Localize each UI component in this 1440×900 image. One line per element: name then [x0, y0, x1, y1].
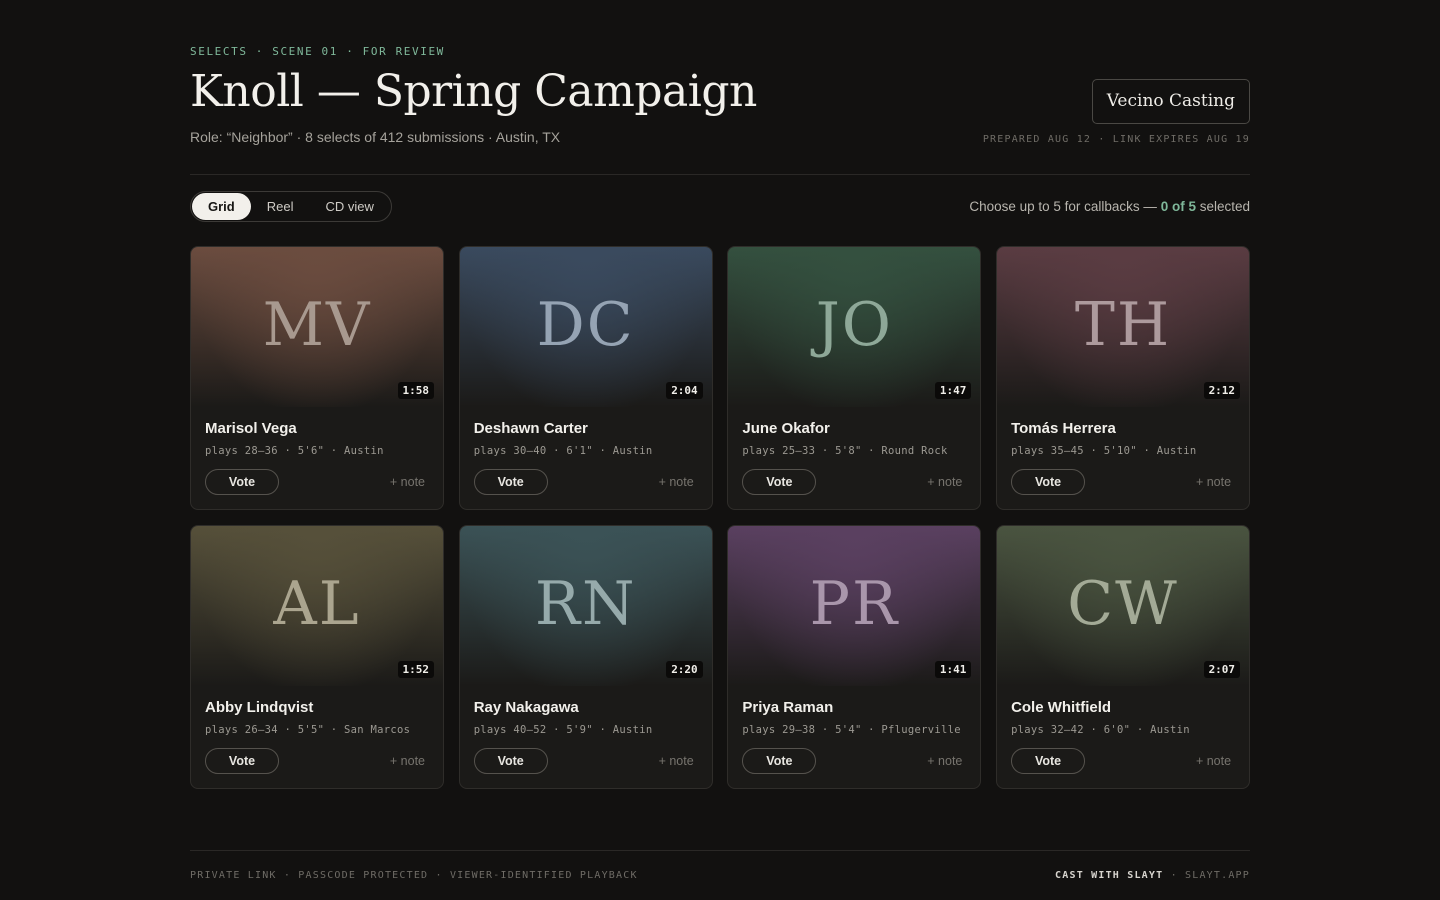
- callout-prefix: Choose up to 5 for callbacks —: [969, 199, 1161, 214]
- talent-meta: plays 28–36 · 5'6" · Austin: [205, 445, 384, 457]
- talent-card: RN 2:20 Ray Nakagawa plays 40–52 · 5'9" · A…: [458, 525, 713, 789]
- vote-button[interactable]: Vote: [1011, 748, 1086, 774]
- add-note-link[interactable]: + note: [1196, 475, 1231, 489]
- talent-initials: TH: [1074, 290, 1172, 360]
- talent-initials: CW: [1067, 569, 1179, 639]
- talent-initials: RN: [534, 569, 637, 639]
- page-title: Knoll — Spring Campaign: [190, 66, 757, 117]
- talent-card: AL 1:52 Abby Lindqvist plays 26–34 · 5'5" ·…: [190, 525, 444, 789]
- video-duration-badge: 1:58: [397, 382, 434, 399]
- talent-initials: DC: [536, 290, 635, 360]
- eyebrow-label: SELECTS · SCENE 01 · FOR REVIEW: [190, 45, 445, 58]
- footer-brand: CAST WITH SLAYT: [1055, 870, 1164, 881]
- talent-card: TH 2:12 Tomás Herrera plays 35–45 · 5'10" ·…: [996, 246, 1251, 510]
- talent-initials: AL: [273, 569, 361, 639]
- video-duration-badge: 2:07: [1203, 661, 1241, 678]
- header-divider: [190, 174, 1250, 175]
- vote-button[interactable]: Vote: [473, 748, 548, 774]
- talent-meta: plays 35–45 · 5'10" · Austin: [1011, 445, 1197, 457]
- vote-button[interactable]: Vote: [205, 469, 279, 495]
- talent-card: CW 2:07 Cole Whitfield plays 32–42 · 6'0" ·…: [996, 525, 1251, 789]
- audition-video-thumbnail[interactable]: TH 2:12: [997, 247, 1250, 407]
- vote-button[interactable]: Vote: [742, 748, 817, 774]
- add-note-link[interactable]: + note: [927, 754, 962, 768]
- talent-name: Cole Whitfield: [1011, 699, 1112, 716]
- talent-meta: plays 30–40 · 6'1" · Austin: [473, 445, 653, 457]
- audition-video-thumbnail[interactable]: RN 2:20: [459, 526, 712, 686]
- add-note-link[interactable]: + note: [659, 475, 694, 489]
- talent-name: Abby Lindqvist: [205, 699, 314, 716]
- audition-video-thumbnail[interactable]: PR 1:41: [728, 526, 981, 686]
- view-tab-grid[interactable]: Grid: [192, 193, 251, 220]
- talent-meta: plays 40–52 · 5'9" · Austin: [473, 724, 653, 736]
- audition-video-thumbnail[interactable]: MV 1:58: [191, 247, 443, 407]
- talent-name: Deshawn Carter: [473, 420, 588, 437]
- video-duration-badge: 2:04: [666, 382, 703, 399]
- callout-suffix: selected: [1195, 199, 1250, 214]
- talent-initials: MV: [262, 290, 372, 360]
- add-note-link[interactable]: + note: [390, 754, 425, 768]
- video-duration-badge: 1:41: [934, 661, 972, 678]
- talent-meta: plays 26–34 · 5'5" · San Marcos: [205, 724, 411, 736]
- add-note-link[interactable]: + note: [1196, 754, 1231, 768]
- talent-grid: MV 1:58 Marisol Vega plays 28–36 · 5'6" · A…: [190, 246, 1251, 789]
- video-duration-badge: 2:12: [1203, 382, 1241, 399]
- prepared-expiry-text: PREPARED AUG 12 · LINK EXPIRES AUG 19: [982, 134, 1250, 145]
- audition-video-thumbnail[interactable]: AL 1:52: [191, 526, 443, 686]
- footer-divider: [190, 850, 1250, 851]
- add-note-link[interactable]: + note: [390, 475, 425, 489]
- talent-initials: JO: [815, 290, 893, 360]
- talent-meta: plays 29–38 · 5'4" · Pflugerville: [742, 724, 961, 736]
- video-duration-badge: 2:20: [666, 661, 703, 678]
- view-tab-reel[interactable]: Reel: [251, 193, 310, 220]
- callback-selection-status: Choose up to 5 for callbacks — 0 of 5 se…: [969, 199, 1250, 214]
- talent-name: Ray Nakagawa: [473, 699, 579, 716]
- footer-site: · SLAYT.APP: [1163, 870, 1250, 881]
- footer-privacy-text: PRIVATE LINK · PASSCODE PROTECTED · VIEW…: [190, 870, 638, 881]
- vote-button[interactable]: Vote: [205, 748, 279, 774]
- talent-meta: plays 32–42 · 6'0" · Austin: [1011, 724, 1190, 736]
- talent-name: Tomás Herrera: [1011, 420, 1116, 437]
- selected-count: 0 of 5: [1160, 199, 1196, 214]
- audition-video-thumbnail[interactable]: CW 2:07: [997, 526, 1250, 686]
- talent-card: DC 2:04 Deshawn Carter plays 30–40 · 6'1" ·…: [458, 246, 713, 510]
- talent-card: MV 1:58 Marisol Vega plays 28–36 · 5'6" · A…: [190, 246, 444, 510]
- add-note-link[interactable]: + note: [659, 754, 694, 768]
- footer-credit: CAST WITH SLAYT · SLAYT.APP: [1055, 870, 1250, 881]
- view-switcher: Grid Reel CD view: [190, 191, 392, 222]
- view-tab-cd-view[interactable]: CD view: [309, 193, 389, 220]
- add-note-link[interactable]: + note: [927, 475, 962, 489]
- audition-video-thumbnail[interactable]: JO 1:47: [728, 247, 981, 407]
- talent-card: JO 1:47 June Okafor plays 25–33 · 5'8" · Ro…: [727, 246, 982, 510]
- talent-card: PR 1:41 Priya Raman plays 29–38 · 5'4" · Pf…: [727, 525, 982, 789]
- page-subtitle: Role: “Neighbor” · 8 selects of 412 subm…: [190, 129, 561, 145]
- talent-name: June Okafor: [742, 420, 830, 437]
- vote-button[interactable]: Vote: [742, 469, 817, 495]
- talent-name: Priya Raman: [742, 699, 834, 716]
- audition-video-thumbnail[interactable]: DC 2:04: [459, 247, 712, 407]
- vote-button[interactable]: Vote: [1011, 469, 1086, 495]
- talent-initials: PR: [809, 569, 900, 639]
- vote-button[interactable]: Vote: [473, 469, 548, 495]
- video-duration-badge: 1:52: [397, 661, 434, 678]
- talent-name: Marisol Vega: [205, 420, 297, 437]
- video-duration-badge: 1:47: [934, 382, 972, 399]
- brand-button[interactable]: Vecino Casting: [1091, 79, 1250, 124]
- talent-meta: plays 25–33 · 5'8" · Round Rock: [742, 445, 948, 457]
